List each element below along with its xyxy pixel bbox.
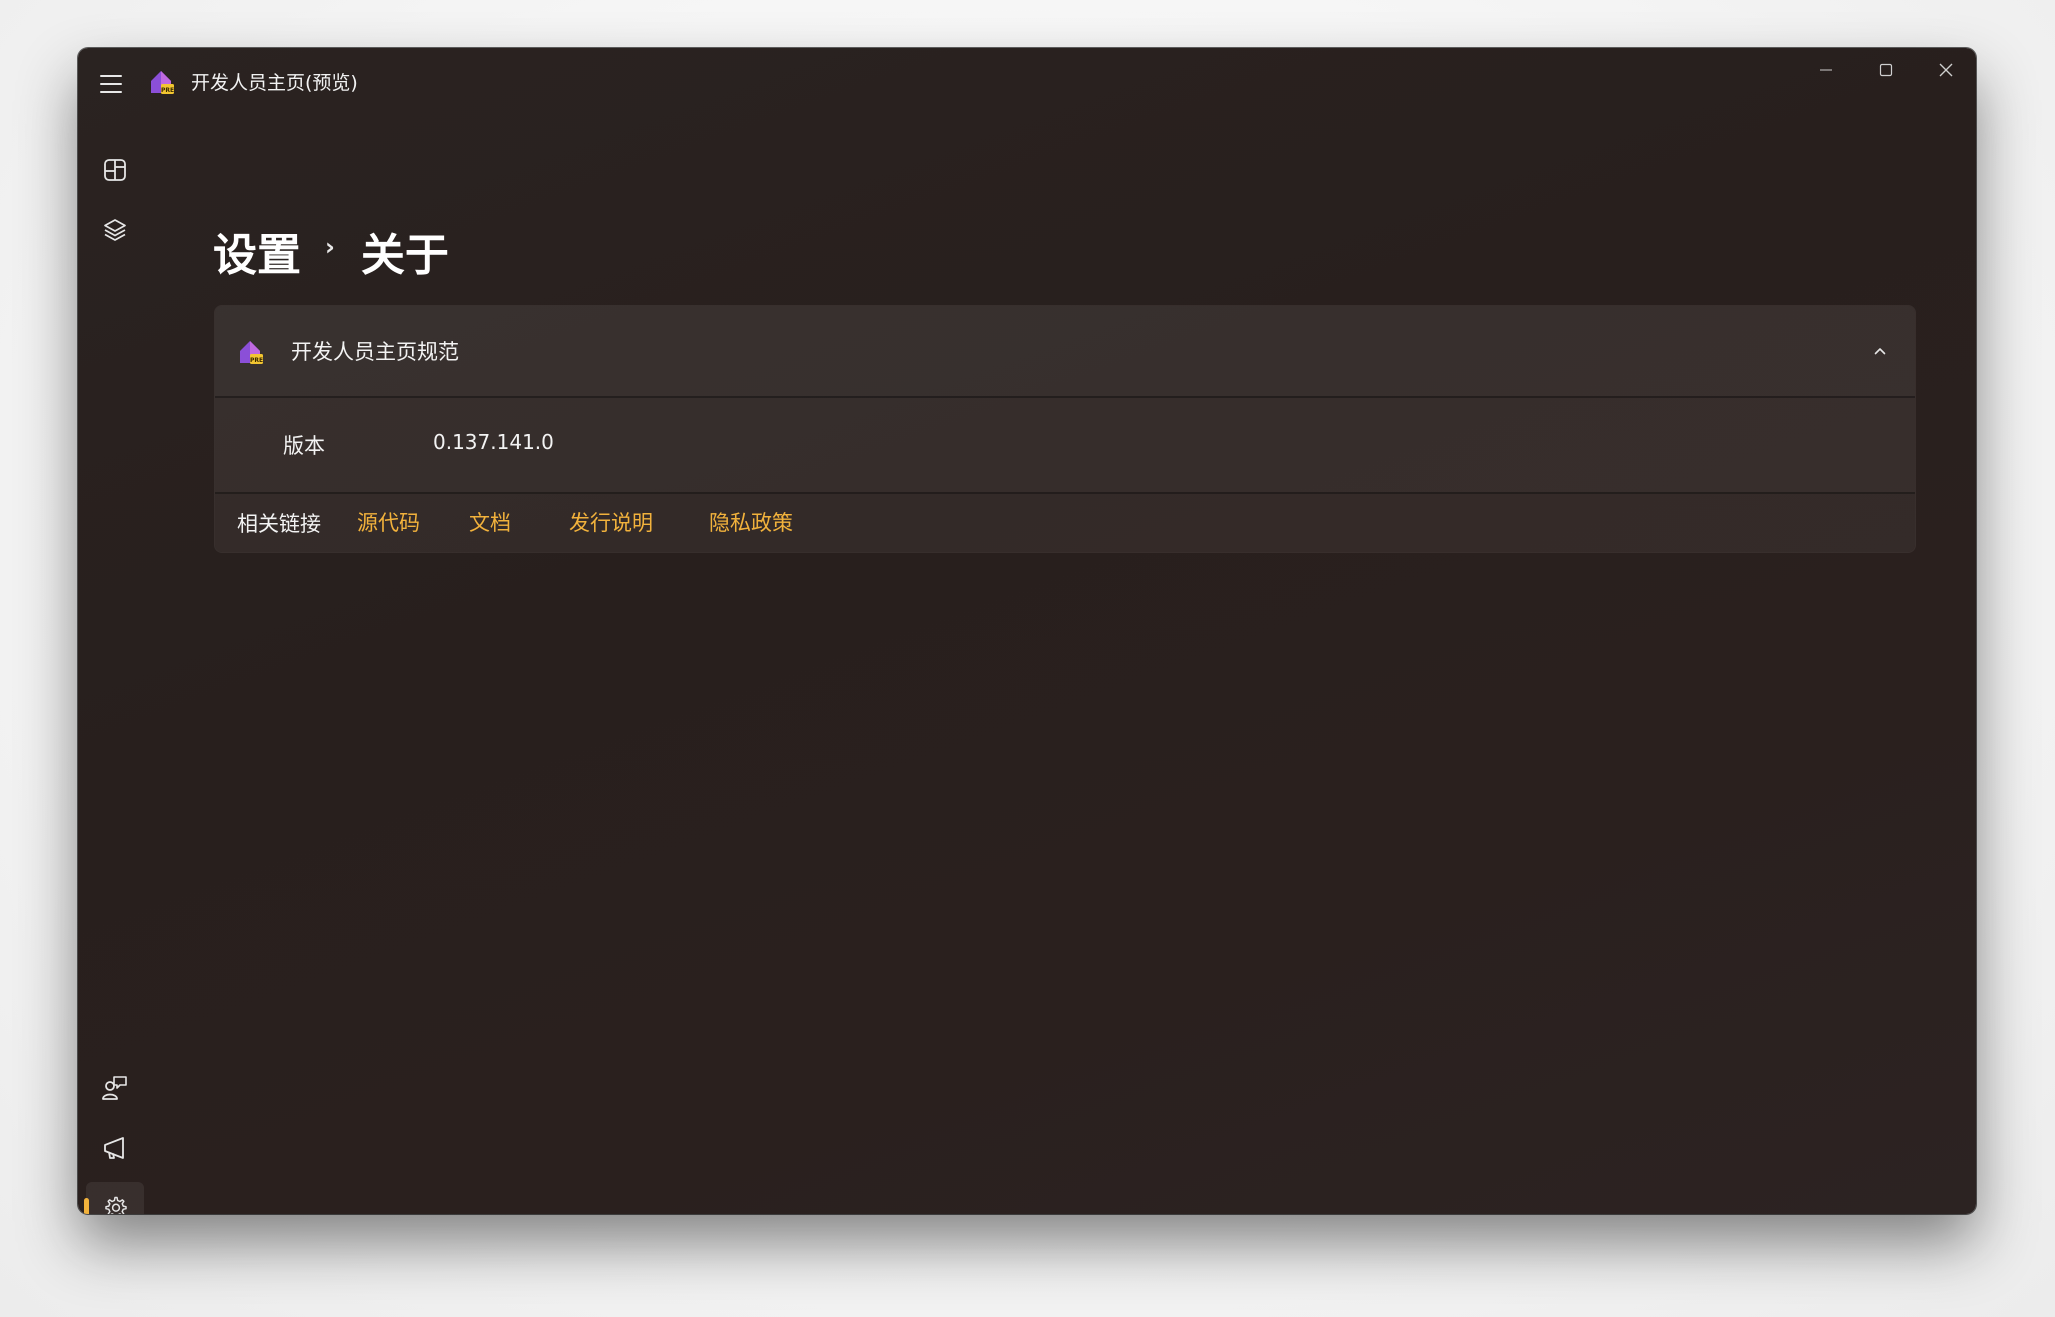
nav-item-announcements[interactable] bbox=[86, 1122, 144, 1174]
selection-indicator bbox=[84, 1198, 89, 1214]
about-expander-header[interactable]: PRE 开发人员主页规范 bbox=[215, 306, 1915, 398]
app-window: PRE 开发人员主页(预览) 设置 › 关于 PRE 开发人员主页规范 版本 0… bbox=[78, 48, 1976, 1214]
maximize-icon bbox=[1879, 63, 1893, 77]
app-logo-icon: PRE bbox=[151, 71, 174, 94]
hamburger-line bbox=[100, 91, 122, 93]
nav-item-machine-config[interactable] bbox=[86, 204, 144, 256]
related-links-label: 相关链接 bbox=[237, 512, 321, 536]
nav-item-feedback[interactable] bbox=[86, 1062, 144, 1114]
app-logo-icon: PRE bbox=[240, 341, 263, 364]
related-links-row: 相关链接 源代码 文档 发行说明 隐私政策 bbox=[215, 494, 1915, 552]
title-bar: PRE 开发人员主页(预览) bbox=[78, 48, 1976, 120]
about-expander: PRE 开发人员主页规范 版本 0.137.141.0 相关链接 源代码 文档 … bbox=[214, 305, 1916, 553]
breadcrumb-current: 关于 bbox=[360, 230, 449, 281]
breadcrumb-separator: › bbox=[325, 233, 335, 261]
nav-item-dashboard[interactable] bbox=[86, 144, 144, 196]
link-privacy-policy[interactable]: 隐私政策 bbox=[709, 507, 793, 537]
link-source-code[interactable]: 源代码 bbox=[357, 507, 420, 537]
svg-text:PRE: PRE bbox=[161, 87, 174, 94]
version-row: 版本 0.137.141.0 bbox=[215, 398, 1915, 494]
breadcrumb: 设置 › 关于 bbox=[213, 221, 449, 281]
gear-icon bbox=[105, 1196, 127, 1214]
link-documentation[interactable]: 文档 bbox=[469, 507, 511, 537]
minimize-icon bbox=[1820, 69, 1832, 71]
close-button[interactable] bbox=[1916, 48, 1976, 92]
about-title: 开发人员主页规范 bbox=[291, 340, 459, 364]
app-title: 开发人员主页(预览) bbox=[191, 72, 358, 94]
nav-item-settings[interactable] bbox=[84, 1182, 144, 1214]
hamburger-line bbox=[100, 75, 122, 77]
version-label: 版本 bbox=[283, 434, 325, 458]
minimize-button[interactable] bbox=[1796, 48, 1856, 92]
close-icon bbox=[1939, 63, 1953, 77]
version-value: 0.137.141.0 bbox=[433, 430, 554, 454]
announcement-icon bbox=[104, 1137, 124, 1159]
menu-toggle-button[interactable] bbox=[100, 70, 128, 98]
breadcrumb-parent[interactable]: 设置 bbox=[213, 219, 301, 283]
layers-icon bbox=[104, 219, 126, 241]
hamburger-line bbox=[100, 83, 122, 85]
window-controls bbox=[1796, 48, 1976, 92]
link-release-notes[interactable]: 发行说明 bbox=[569, 507, 653, 537]
dashboard-icon bbox=[104, 159, 126, 181]
chevron-up-icon bbox=[1874, 348, 1886, 355]
feedback-icon bbox=[102, 1076, 127, 1100]
collapse-button[interactable] bbox=[1865, 336, 1895, 366]
svg-text:PRE: PRE bbox=[250, 357, 263, 364]
maximize-button[interactable] bbox=[1856, 48, 1916, 92]
